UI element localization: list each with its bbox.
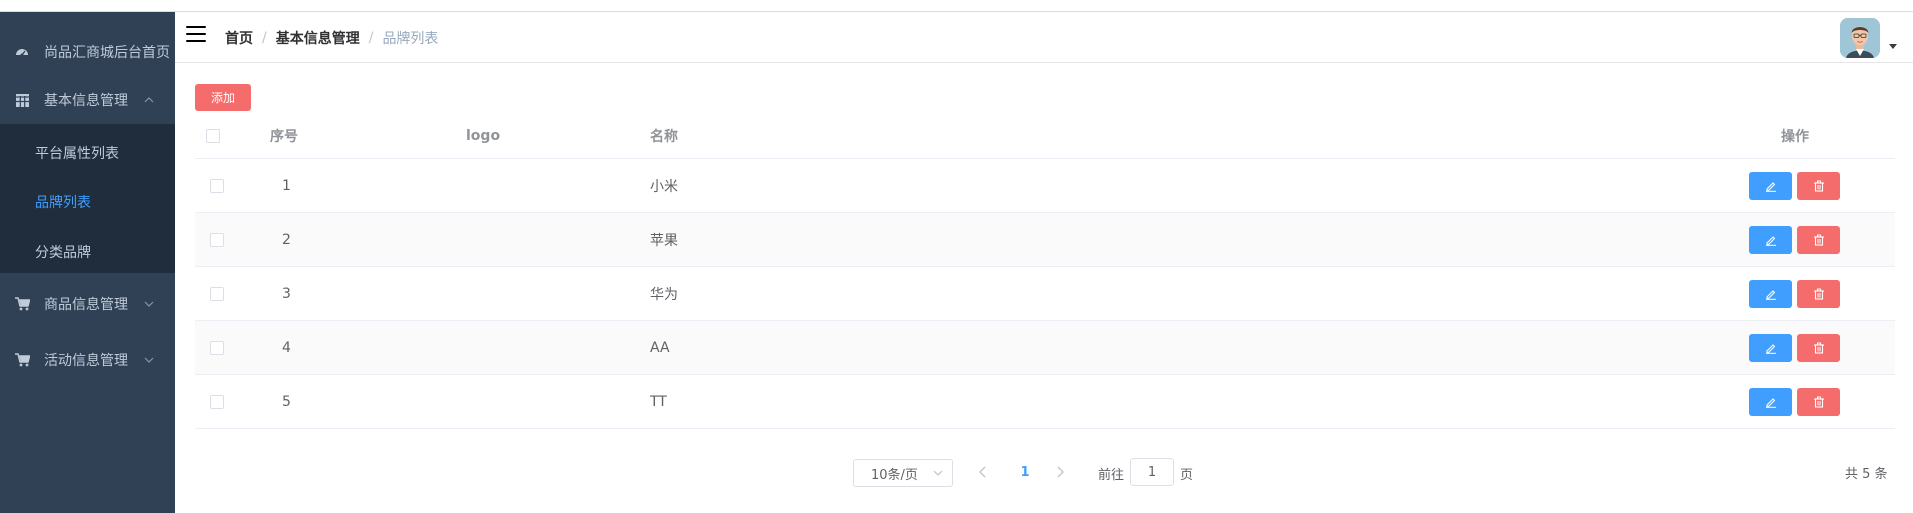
delete-button[interactable] xyxy=(1797,171,1840,200)
row-index: 4 xyxy=(282,339,291,356)
prev-page-button[interactable] xyxy=(973,462,993,482)
page-size-value: 10条/页 xyxy=(871,467,918,483)
add-button[interactable]: 添加 xyxy=(195,84,251,111)
edit-icon xyxy=(1765,343,1776,354)
delete-button[interactable] xyxy=(1797,387,1840,416)
edit-icon xyxy=(1765,181,1776,192)
edit-button[interactable] xyxy=(1749,333,1792,362)
app-root: 尚品汇商城后台首页 基本信息管理 平台属性列表 品牌列表 分类品牌 商品信息管理 xyxy=(0,0,1913,513)
sidebar-group-label: 基本信息管理 xyxy=(44,93,128,109)
chevron-left-icon xyxy=(979,466,986,478)
dashboard-icon xyxy=(14,44,30,60)
row-name: AA xyxy=(650,339,670,356)
hamburger-menu-icon[interactable] xyxy=(186,26,206,42)
table-row: 3 华为 xyxy=(195,267,1895,321)
navbar: 首页 / 基本信息管理 / 品牌列表 xyxy=(175,12,1913,63)
sidebar: 尚品汇商城后台首页 基本信息管理 平台属性列表 品牌列表 分类品牌 商品信息管理 xyxy=(0,12,175,513)
select-all-cell xyxy=(206,114,220,158)
caret-down-icon[interactable] xyxy=(1889,44,1897,49)
sidebar-item-platform-attrs[interactable]: 平台属性列表 xyxy=(35,143,119,163)
row-index: 1 xyxy=(282,177,291,194)
chevron-up-icon xyxy=(144,95,154,106)
header-name: 名称 xyxy=(650,129,678,145)
sidebar-group-activity-info[interactable]: 活动信息管理 xyxy=(0,338,175,382)
page-size-select[interactable]: 10条/页 xyxy=(853,459,953,487)
cart-icon xyxy=(14,352,30,368)
delete-button[interactable] xyxy=(1797,225,1840,254)
row-name: 小米 xyxy=(650,178,678,195)
breadcrumb-current: 品牌列表 xyxy=(382,31,439,47)
row-actions xyxy=(1749,375,1845,428)
row-actions xyxy=(1749,267,1845,320)
table-row: 4 AA xyxy=(195,321,1895,375)
edit-icon xyxy=(1765,235,1776,246)
breadcrumb-separator: / xyxy=(262,30,267,46)
page-number-1[interactable]: 1 xyxy=(1013,462,1037,482)
goto-prefix: 前往 xyxy=(1098,468,1125,483)
header-index: 序号 xyxy=(270,129,298,145)
chevron-down-icon xyxy=(144,299,154,310)
goto-suffix: 页 xyxy=(1180,468,1194,483)
header-actions: 操作 xyxy=(1781,129,1809,145)
row-name: 华为 xyxy=(650,286,678,303)
trash-icon xyxy=(1813,342,1824,354)
row-index: 3 xyxy=(282,285,291,302)
chevron-down-icon xyxy=(144,355,154,366)
table-row: 2 苹果 xyxy=(195,213,1895,267)
edit-button[interactable] xyxy=(1749,225,1792,254)
trash-icon xyxy=(1813,288,1824,300)
delete-button[interactable] xyxy=(1797,279,1840,308)
sidebar-item-brand-list[interactable]: 品牌列表 xyxy=(35,192,91,212)
edit-icon xyxy=(1765,397,1776,408)
chevron-right-icon xyxy=(1057,466,1064,478)
header-logo: logo xyxy=(466,128,501,144)
chevron-down-icon xyxy=(933,468,943,479)
sidebar-group-product-info[interactable]: 商品信息管理 xyxy=(0,282,175,326)
grid-icon xyxy=(14,92,30,108)
row-actions xyxy=(1749,159,1845,212)
top-border xyxy=(0,0,1913,12)
avatar[interactable] xyxy=(1840,18,1880,58)
row-checkbox[interactable] xyxy=(210,232,224,247)
total-count: 共 5 条 xyxy=(1845,467,1888,482)
breadcrumb: 首页 / 基本信息管理 / 品牌列表 xyxy=(225,28,438,48)
sidebar-item-label: 尚品汇商城后台首页 xyxy=(44,45,170,61)
sidebar-group-basic-info[interactable]: 基本信息管理 xyxy=(0,78,175,122)
sidebar-item-home[interactable]: 尚品汇商城后台首页 xyxy=(0,32,175,72)
edit-button[interactable] xyxy=(1749,387,1792,416)
cart-icon xyxy=(14,296,30,312)
row-index: 5 xyxy=(282,393,291,410)
goto-page-input[interactable] xyxy=(1130,458,1174,486)
row-checkbox[interactable] xyxy=(210,286,224,301)
breadcrumb-separator: / xyxy=(368,30,374,46)
trash-icon xyxy=(1813,234,1824,246)
trash-icon xyxy=(1813,180,1824,192)
row-checkbox[interactable] xyxy=(210,178,224,193)
edit-button[interactable] xyxy=(1749,171,1792,200)
edit-icon xyxy=(1765,289,1776,300)
row-checkbox[interactable] xyxy=(210,394,224,409)
delete-button[interactable] xyxy=(1797,333,1840,362)
sidebar-item-category-brand[interactable]: 分类品牌 xyxy=(35,242,91,262)
trash-icon xyxy=(1813,396,1824,408)
breadcrumb-basic-info[interactable]: 基本信息管理 xyxy=(276,28,360,48)
row-name: TT xyxy=(650,393,667,410)
sidebar-group-label: 活动信息管理 xyxy=(44,353,128,369)
row-actions xyxy=(1749,213,1845,266)
row-checkbox[interactable] xyxy=(210,340,224,355)
row-index: 2 xyxy=(282,231,291,248)
row-name: 苹果 xyxy=(650,232,678,249)
sidebar-group-label: 商品信息管理 xyxy=(44,297,128,313)
next-page-button[interactable] xyxy=(1050,462,1070,482)
select-all-checkbox[interactable] xyxy=(206,129,220,143)
table-header-row: 序号 logo 名称 操作 xyxy=(195,114,1895,159)
table-row: 5 TT xyxy=(195,375,1895,429)
breadcrumb-home[interactable]: 首页 xyxy=(225,28,253,48)
edit-button[interactable] xyxy=(1749,279,1792,308)
row-actions xyxy=(1749,321,1845,374)
table-row: 1 小米 xyxy=(195,159,1895,213)
